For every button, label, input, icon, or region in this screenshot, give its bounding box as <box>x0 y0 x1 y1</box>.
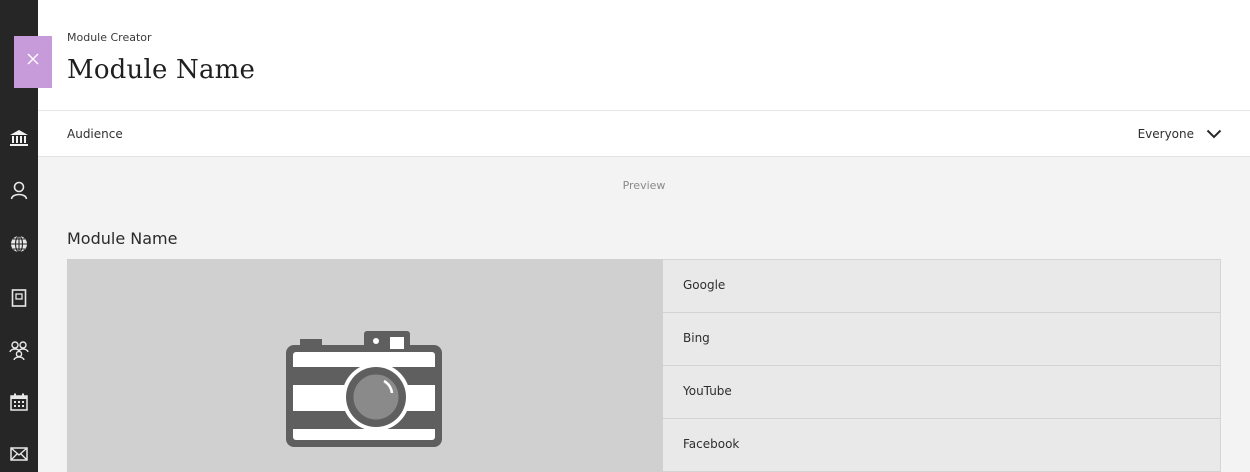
link-label[interactable]: Bing <box>683 331 710 345</box>
camera-icon <box>286 331 442 447</box>
audience-dropdown[interactable]: Everyone <box>1138 122 1222 146</box>
header-eyebrow: Module Creator <box>67 31 152 44</box>
link-label[interactable]: Google <box>683 278 725 292</box>
preview-area: Preview Module Name Google Bing YouTube <box>38 157 1250 472</box>
page-title: Module Name <box>67 55 256 85</box>
module-creator-header: Module Creator Module Name <box>38 0 1250 111</box>
close-icon <box>14 42 52 76</box>
link-label[interactable]: YouTube <box>683 384 732 398</box>
course-book-icon[interactable] <box>9 288 29 308</box>
calendar-icon[interactable] <box>9 392 29 412</box>
list-item[interactable]: Bing <box>663 313 1220 366</box>
preview-label: Preview <box>622 179 666 192</box>
people-group-icon[interactable] <box>9 340 29 360</box>
audience-selected-value: Everyone <box>1137 127 1194 141</box>
user-icon[interactable] <box>9 180 29 200</box>
audience-row: Audience Everyone <box>38 111 1250 157</box>
institution-icon[interactable] <box>9 128 29 148</box>
list-item[interactable]: Google <box>663 260 1220 313</box>
audience-label: Audience <box>67 127 123 141</box>
module-heading: Module Name <box>67 229 178 248</box>
link-label[interactable]: Facebook <box>683 437 739 451</box>
close-panel-button[interactable] <box>14 36 52 88</box>
module-links-list: Google Bing YouTube Facebook <box>663 259 1221 472</box>
chevron-down-icon <box>1206 129 1222 139</box>
list-item[interactable]: YouTube <box>663 366 1220 419</box>
globe-icon[interactable] <box>9 234 29 254</box>
list-item[interactable]: Facebook <box>663 419 1220 472</box>
messages-icon[interactable] <box>9 444 29 464</box>
module-image-placeholder <box>67 259 663 472</box>
